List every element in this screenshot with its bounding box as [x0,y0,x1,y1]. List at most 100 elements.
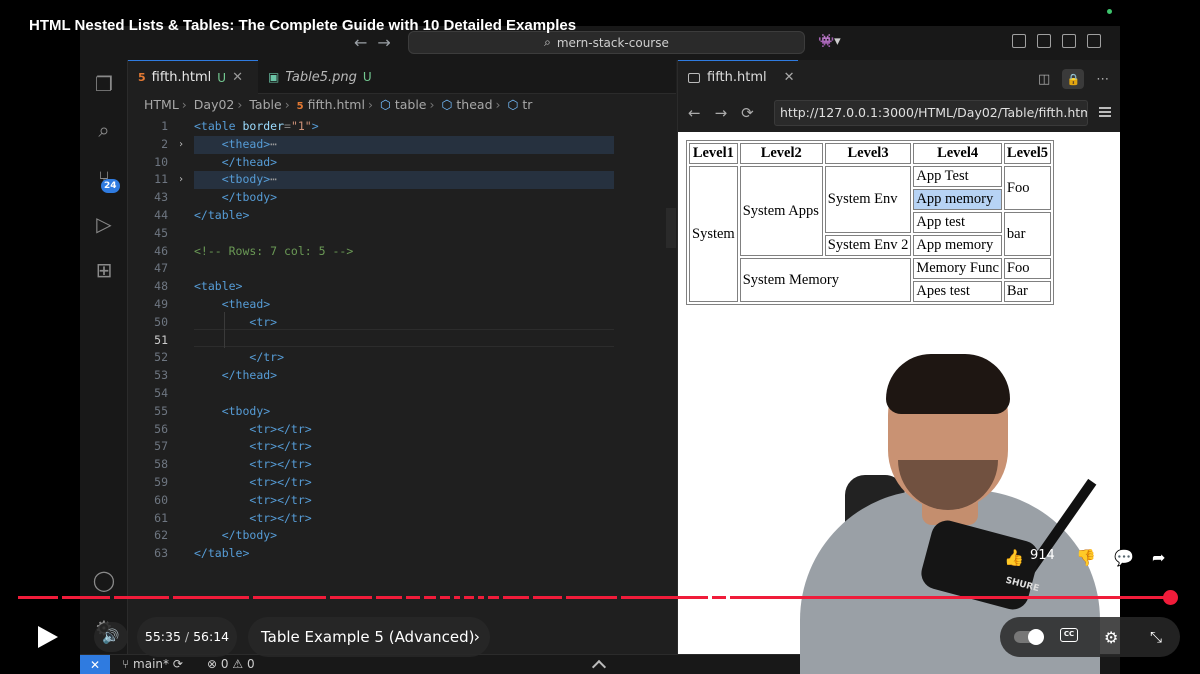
progress-segment[interactable] [62,596,110,599]
code-line[interactable]: 51 [128,332,676,350]
breadcrumb: HTML › Day02 › Table › 5 fifth.html › ⬡ tabl… [144,97,533,112]
more-actions-icon[interactable]: ⋯ [1096,72,1109,87]
history-nav[interactable]: ←→ [354,33,401,52]
progress-segment[interactable] [621,596,708,599]
files-icon[interactable]: ❐ [92,72,116,96]
progress-segment[interactable] [533,596,562,599]
code-line[interactable]: 47 [128,260,676,278]
play-button[interactable] [38,626,58,648]
breadcrumb-item[interactable]: fifth.html [308,97,365,112]
account-icon[interactable]: ◯ [92,568,116,592]
line-number: 49 [154,297,168,311]
progress-bar[interactable] [18,596,1183,599]
command-center[interactable]: ⌕ mern-stack-course [408,31,805,54]
close-icon[interactable]: ✕ [232,70,243,85]
autoplay-toggle[interactable] [1014,629,1044,645]
split-editor-icon[interactable]: ◫ [1038,72,1050,87]
progress-segment[interactable] [330,596,372,599]
progress-segment[interactable] [440,596,450,599]
code-line[interactable]: 2 › <thead>⋯ [128,136,676,154]
like-icon[interactable]: 👍 [1004,548,1024,567]
browser-tab-title: fifth.html [707,70,767,85]
code-line[interactable]: 10 </thead> [128,154,676,172]
code-line[interactable]: 48 <table> [128,278,676,296]
dislike-icon[interactable]: 👎 [1076,548,1096,567]
code-line[interactable]: 45 [128,225,676,243]
remote-icon[interactable]: ✕ [80,655,110,674]
progress-segment[interactable] [566,596,617,599]
fold-chevron-icon[interactable]: › [178,136,184,154]
problems-indicator[interactable]: ⊗ 0 ⚠ 0 [207,657,255,671]
symbol-icon: ⬡ [441,97,453,112]
code-line[interactable]: 1 <table border="1"> [128,118,676,136]
code-line[interactable]: 62 </tbody> [128,527,676,545]
copilot-icon[interactable]: 👾▾ [818,34,841,49]
toggle-sidebar-icon[interactable] [1037,34,1051,48]
gear-icon[interactable]: ⚙ [1104,628,1118,647]
share-icon[interactable]: ➦ [1152,548,1165,567]
progress-segment[interactable] [173,596,249,599]
volume-icon[interactable]: 🔊 [94,622,128,652]
branch-indicator[interactable]: ⑂ main* ⟳ [122,657,183,671]
progress-segment[interactable] [253,596,326,599]
code-line[interactable]: 11 › <tbody>⋯ [128,171,676,189]
breadcrumb-item[interactable]: Day02 [194,97,235,112]
run-debug-icon[interactable]: ▷ [92,212,116,236]
progress-segment[interactable] [712,596,726,599]
comment-icon[interactable]: 💬 [1114,548,1134,567]
code-line[interactable]: 59 <tr></tr> [128,474,676,492]
lock-icon[interactable]: 🔒 [1062,69,1085,89]
browser-icon [688,72,700,83]
toggle-secondary-sidebar-icon[interactable] [1087,34,1101,48]
tab-table5-png[interactable]: ▣ Table5.png U [258,60,388,94]
progress-segment[interactable] [406,596,420,599]
tab-fifth-html[interactable]: 5 fifth.html U ✕ [128,60,258,94]
breadcrumb-item[interactable]: table [395,97,427,112]
hamburger-menu-icon[interactable] [1099,107,1111,117]
progress-segment[interactable] [464,596,474,599]
close-icon[interactable]: ✕ [784,70,795,85]
browser-nav[interactable]: ←→⟳ [688,104,768,122]
progress-segment[interactable] [376,596,402,599]
code-line[interactable]: 60 <tr></tr> [128,492,676,510]
code-line[interactable]: 53 </thead> [128,367,676,385]
code-line[interactable]: 43 </tbody> [128,189,676,207]
code-line[interactable]: 49 <thead> [128,296,676,314]
progress-segment[interactable] [454,596,460,599]
url-input[interactable]: http://127.0.0.1:3000/HTML/Day02/Table/f… [774,100,1088,126]
code-line[interactable]: 61 <tr></tr> [128,510,676,528]
code-line[interactable]: 56 <tr></tr> [128,421,676,439]
code-line[interactable]: 52 </tr> [128,349,676,367]
exit-fullscreen-icon[interactable]: ⤡ [1150,628,1162,646]
customize-layout-icon[interactable] [1012,34,1026,48]
search-icon[interactable]: ⌕ [92,118,116,142]
breadcrumb-item[interactable]: tr [522,97,532,112]
chapter-button[interactable]: Table Example 5 (Advanced) › [248,617,490,657]
extensions-icon[interactable]: ⊞ [92,258,116,282]
code-line[interactable]: 55 <tbody> [128,403,676,421]
progress-segment[interactable] [478,596,484,599]
progress-scrubber[interactable] [1163,590,1179,605]
code-line[interactable]: 54 [128,385,676,403]
progress-segment[interactable] [730,596,1167,599]
fold-chevron-icon[interactable]: › [178,171,184,189]
code-line[interactable]: 46 <!-- Rows: 7 col: 5 --> [128,243,676,261]
breadcrumb-item[interactable]: thead [456,97,492,112]
progress-segment[interactable] [488,596,499,599]
toggle-panel-icon[interactable] [1062,34,1076,48]
progress-segment[interactable] [114,596,169,599]
code-line[interactable]: 57 <tr></tr> [128,438,676,456]
code-line[interactable]: 50 <tr> [128,314,676,332]
captions-icon[interactable]: CC [1060,628,1078,642]
progress-segment[interactable] [18,596,58,599]
browser-tab[interactable]: fifth.html ✕ [678,60,798,94]
code-editor[interactable]: 1 <table border="1"> 2 › <thead>⋯ 10 </thead… [128,116,676,654]
progress-segment[interactable] [424,596,436,599]
code-line[interactable]: 63 </table> [128,545,676,563]
breadcrumb-item[interactable]: HTML [144,97,179,112]
code-line[interactable]: 44 </table> [128,207,676,225]
code-line[interactable]: 58 <tr></tr> [128,456,676,474]
breadcrumb-item[interactable]: Table [249,97,281,112]
progress-segment[interactable] [503,596,529,599]
